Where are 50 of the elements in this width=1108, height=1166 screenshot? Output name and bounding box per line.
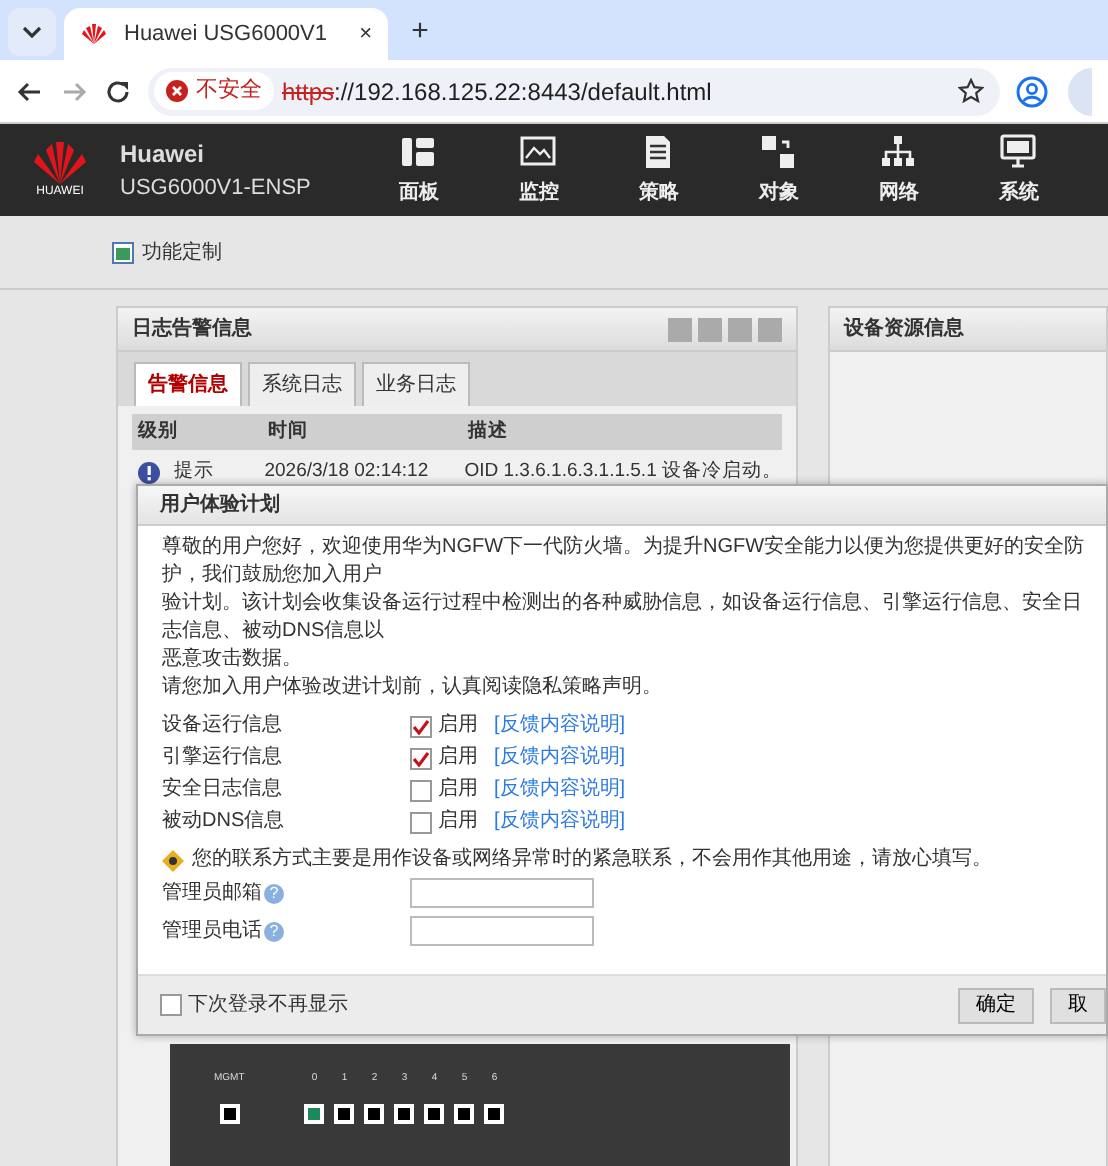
ok-button[interactable]: 确定 [958, 987, 1034, 1023]
field-label: 管理员邮箱 [162, 879, 262, 907]
column-header: 描述 [465, 417, 508, 446]
customize-link[interactable]: 功能定制 [112, 237, 222, 267]
close-icon[interactable]: × [359, 17, 372, 51]
intro-text: 恶意攻击数据。 [162, 646, 304, 674]
feedback-link[interactable]: [反馈内容说明] [494, 744, 626, 772]
column-header: 时间 [266, 417, 310, 446]
log-tab[interactable]: 告警信息 [134, 362, 242, 406]
address-bar[interactable]: 不安全 https://192.168.125.22:8443/default.html [148, 67, 1000, 115]
checkbox-label: 启用 [438, 712, 478, 740]
feedback-link[interactable]: [反馈内容说明] [494, 776, 626, 804]
new-tab-button[interactable]: + [396, 8, 444, 56]
browser-tab[interactable]: Huawei USG6000V1 × [64, 8, 388, 60]
nav-item[interactable]: 监控 [478, 133, 599, 207]
feedback-link[interactable]: [反馈内容说明] [494, 712, 626, 740]
panel-title: 日志告警信息 [132, 315, 254, 344]
checkbox-label: 下次登录不再显示 [188, 992, 348, 1020]
url-text: https://192.168.125.22:8443/default.html [282, 75, 714, 109]
checkbox-label: 启用 [438, 744, 478, 772]
nav-item[interactable]: 网络 [838, 133, 959, 207]
intro-text: 验计划。该计划会收集设备运行过程中检测出的各种威胁信息，如设备运行信息、引擎运行信息、安全日志信息、被动DNS信息以 [162, 590, 1084, 646]
column-header: 级别 [135, 417, 180, 446]
option-label: 引擎运行信息 [162, 744, 284, 772]
tab-title: Huawei USG6000V1 [124, 19, 330, 50]
cancel-button[interactable]: 取 [1050, 987, 1106, 1023]
feedback-link[interactable]: [反馈内容说明] [494, 808, 626, 836]
security-badge[interactable]: 不安全 [154, 72, 274, 110]
log-tab[interactable]: 业务日志 [362, 362, 470, 406]
intro-text: 请您加入用户体验改进计划前，认真阅读隐私策略声明。 [162, 674, 664, 702]
nav-item[interactable]: 对象 [718, 133, 839, 207]
checkbox-label: 启用 [438, 776, 478, 804]
contact-note: 您的联系方式主要是用作设备或网络异常时的紧急联系，不会用作其他用途，请放心填写。 [192, 846, 992, 874]
field-label: 管理员电话 [162, 917, 262, 945]
log-tab[interactable]: 系统日志 [248, 362, 356, 406]
dialog-title: 用户体验计划 [160, 490, 280, 520]
table-cell-text: 2026/3/18 02:14:12 [262, 457, 431, 486]
checkbox-label: 启用 [438, 808, 478, 836]
brand-name: Huawei [120, 137, 207, 172]
intro-text: 尊敬的用户您好，欢迎使用华为NGFW下一代防火墙。为提升NGFW安全能力以便为您提供更好的安全防护，我们鼓励您加入用户 [162, 534, 1087, 590]
nav-item[interactable]: 系统 [958, 133, 1079, 207]
nav-item[interactable]: 面板 [358, 133, 479, 207]
table-cell-text: 提示 [172, 457, 214, 486]
device-model: USG6000V1-ENSP [120, 173, 311, 204]
option-label: 被动DNS信息 [162, 808, 287, 836]
option-label: 设备运行信息 [162, 712, 284, 740]
panel-title: 设备资源信息 [844, 315, 964, 344]
table-cell-text: OID 1.3.6.1.6.3.1.1.5.1 设备冷启动。 [462, 457, 782, 486]
option-label: 安全日志信息 [162, 776, 284, 804]
nav-item[interactable]: 策略 [598, 133, 719, 207]
